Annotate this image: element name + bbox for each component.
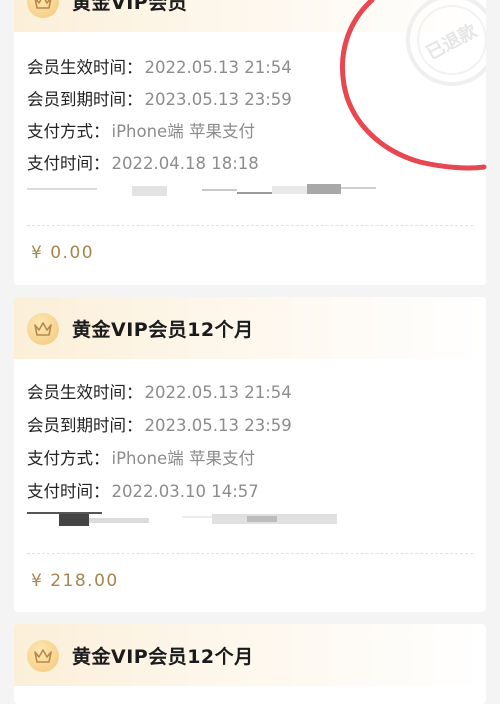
order-title: 黄金VIP会员12个月 <box>72 646 254 668</box>
crown-icon <box>27 640 59 672</box>
order-title: 黄金VIP会员 <box>72 0 188 14</box>
row-label: 支付方式： <box>27 122 110 141</box>
order-card-header: 黄金VIP会员12个月 <box>14 297 486 359</box>
payment-time-row: 支付时间： 2022.03.10 14:57 <box>27 478 259 502</box>
row-value: 2023.05.13 23:59 <box>144 416 292 435</box>
row-label: 会员生效时间： <box>27 58 143 77</box>
payment-method-row: 支付方式： iPhone端 苹果支付 <box>27 445 255 469</box>
crown-icon <box>27 0 59 18</box>
redacted-order-id <box>27 184 387 200</box>
order-price: ¥ 218.00 <box>31 571 119 591</box>
order-title: 黄金VIP会员12个月 <box>72 319 254 341</box>
row-label: 会员到期时间： <box>27 416 143 435</box>
row-value: 2022.03.10 14:57 <box>111 482 259 501</box>
divider <box>27 225 473 226</box>
row-value: 2022.05.13 21:54 <box>144 58 292 77</box>
divider <box>27 553 473 554</box>
row-label: 支付时间： <box>27 482 110 501</box>
row-value: iPhone端 苹果支付 <box>111 449 255 468</box>
start-time-row: 会员生效时间： 2022.05.13 21:54 <box>27 379 292 403</box>
row-value: 2022.05.13 21:54 <box>144 383 292 402</box>
order-card-header: 黄金VIP会员12个月 <box>14 624 486 686</box>
order-price: ¥ 0.00 <box>31 243 95 263</box>
end-time-row: 会员到期时间： 2023.05.13 23:59 <box>27 412 292 436</box>
start-time-row: 会员生效时间： 2022.05.13 21:54 <box>27 54 292 78</box>
redacted-order-id <box>27 510 387 526</box>
row-label: 支付方式： <box>27 449 110 468</box>
refunded-stamp: 已退款 <box>406 0 486 86</box>
payment-time-row: 支付时间： 2022.04.18 18:18 <box>27 150 259 174</box>
order-card[interactable]: 黄金VIP会员12个月 会员生效时间： 2022.05.13 21:54 会员到期… <box>14 297 486 612</box>
row-value: 2023.05.13 23:59 <box>144 90 292 109</box>
payment-method-row: 支付方式： iPhone端 苹果支付 <box>27 118 255 142</box>
row-label: 会员生效时间： <box>27 383 143 402</box>
order-card[interactable]: 黄金VIP会员 已退款 会员生效时间： 2022.05.13 21:54 会员到期… <box>14 0 486 285</box>
row-label: 会员到期时间： <box>27 90 143 109</box>
crown-icon <box>27 313 59 345</box>
row-value: iPhone端 苹果支付 <box>111 122 255 141</box>
row-label: 支付时间： <box>27 154 110 173</box>
end-time-row: 会员到期时间： 2023.05.13 23:59 <box>27 86 292 110</box>
order-card[interactable]: 黄金VIP会员12个月 <box>14 624 486 704</box>
row-value: 2022.04.18 18:18 <box>111 154 259 173</box>
